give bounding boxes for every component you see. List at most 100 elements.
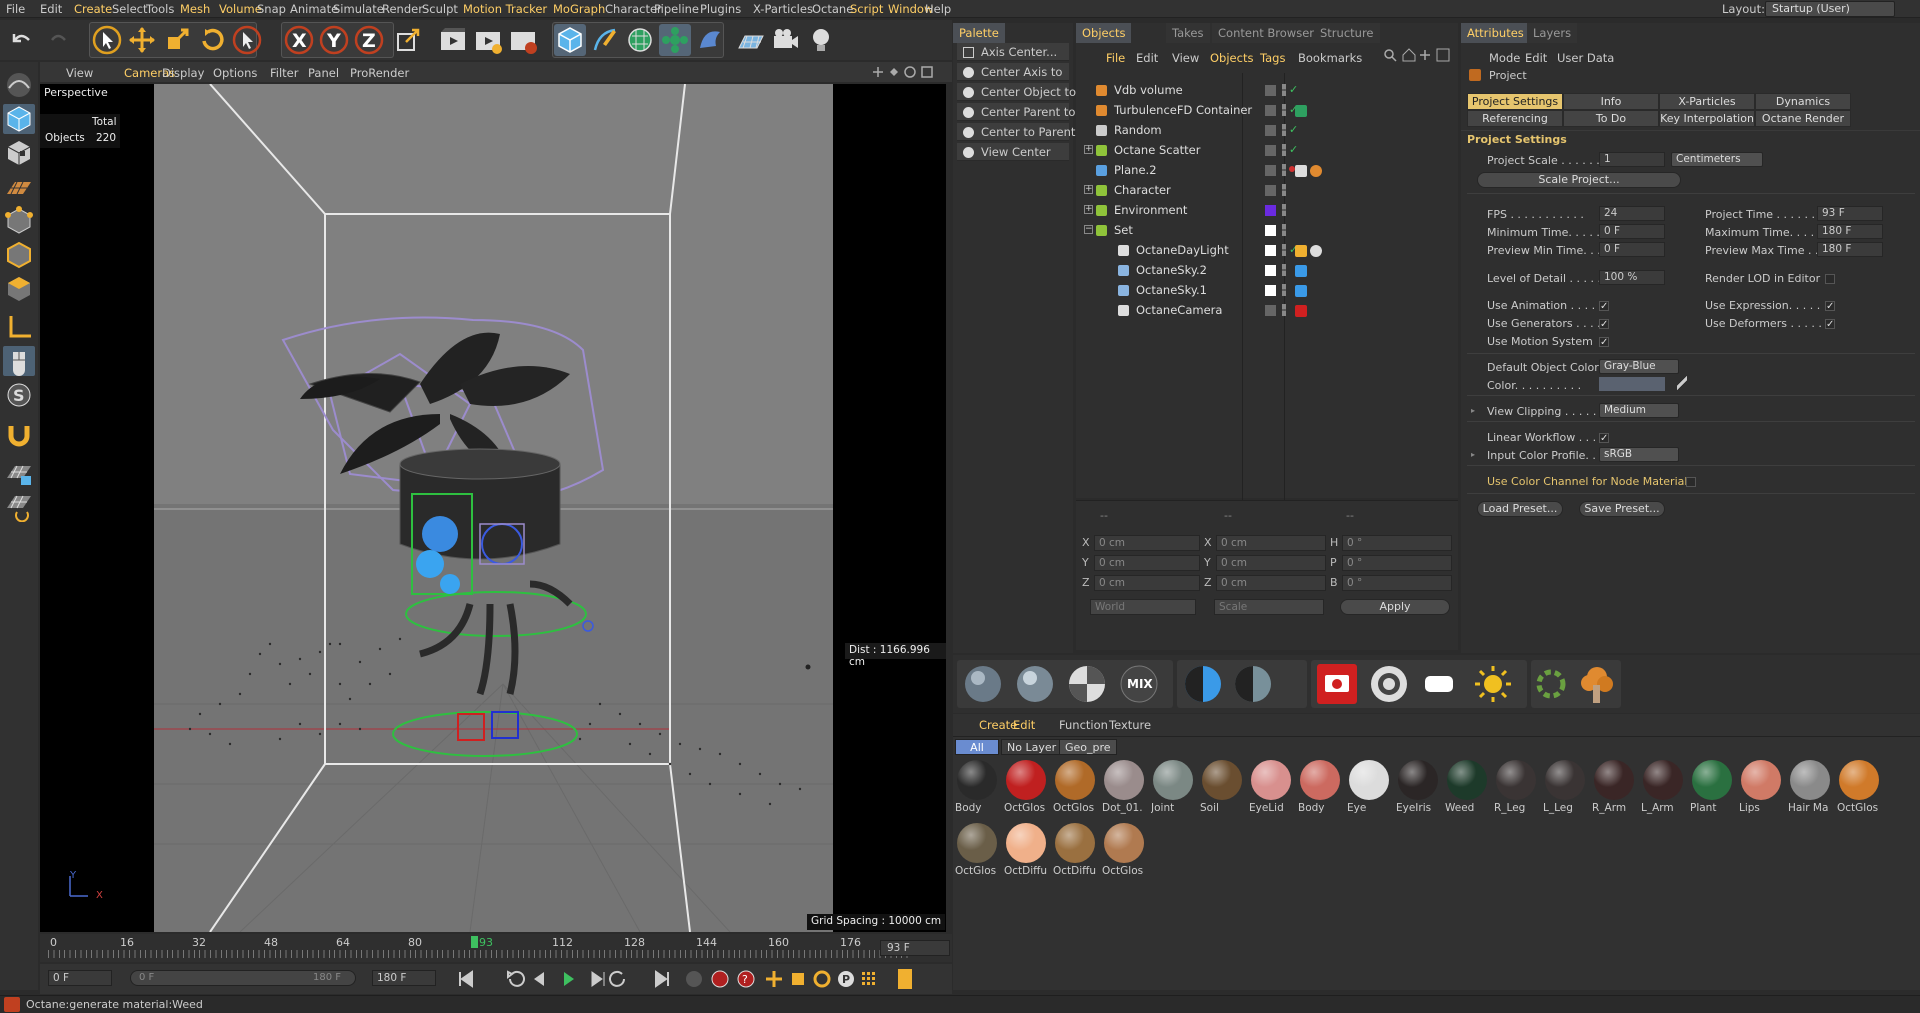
use-animation-checkbox[interactable]: ✓	[1599, 301, 1609, 312]
visibility-dots-icon[interactable]	[1282, 244, 1286, 256]
viewport-menu-display[interactable]: Display	[162, 66, 204, 80]
tab-content-browser[interactable]: Content Browser	[1212, 23, 1320, 43]
palette-item-5[interactable]: View Center	[957, 143, 1069, 161]
object-row[interactable]: OctaneDayLight ✓	[1092, 240, 1456, 260]
object-tag-icon[interactable]	[1310, 165, 1322, 177]
menu-create[interactable]: Create	[74, 2, 112, 16]
layer-color-icon[interactable]	[1265, 225, 1276, 236]
coord-scale-field[interactable]: 0 cm	[1216, 575, 1326, 591]
subtab-project-settings[interactable]: Project Settings	[1467, 93, 1563, 110]
subtab-x-particles[interactable]: X-Particles	[1659, 93, 1755, 110]
prev-max-field[interactable]: 180 F	[1817, 242, 1883, 257]
filter-all[interactable]: All	[955, 739, 999, 755]
linear-workflow-checkbox[interactable]: ✓	[1599, 433, 1609, 444]
start-frame-field[interactable]: 0 F	[48, 970, 112, 986]
object-row[interactable]: − Set	[1084, 220, 1456, 240]
select-tool-icon[interactable]	[91, 24, 123, 56]
visibility-dots-icon[interactable]	[1282, 84, 1286, 96]
om-menu-objects[interactable]: Objects	[1210, 51, 1253, 65]
layer-color-icon[interactable]	[1265, 285, 1276, 296]
object-tag-icon[interactable]	[1295, 105, 1307, 117]
menu-snap[interactable]: Snap	[257, 2, 286, 16]
menu-motion-tracker[interactable]: Motion Tracker	[463, 2, 547, 16]
playhead[interactable]	[471, 936, 478, 948]
tweak-mode-icon[interactable]	[3, 346, 35, 376]
menu-volume[interactable]: Volume	[219, 2, 262, 16]
subtab-key-interpolation[interactable]: Key Interpolation	[1659, 110, 1755, 127]
om-search-icons[interactable]	[1381, 47, 1455, 63]
object-row[interactable]: + Octane Scatter ✓	[1084, 140, 1456, 160]
material-tile[interactable]: Lips	[1739, 758, 1785, 820]
visibility-dots-icon[interactable]	[1282, 264, 1286, 276]
filter-no-layer[interactable]: No Layer	[1001, 739, 1063, 755]
palette-item-4[interactable]: Center to Parent	[957, 123, 1075, 141]
visibility-dots-icon[interactable]	[1282, 224, 1286, 236]
subtab-to-do[interactable]: To Do	[1563, 110, 1659, 127]
object-name[interactable]: Plane.2	[1114, 160, 1157, 180]
menu-render[interactable]: Render	[382, 2, 423, 16]
material-tile[interactable]: Body	[955, 758, 1001, 820]
use-deformers-checkbox[interactable]: ✓	[1825, 319, 1835, 330]
render-to-picture-viewer-icon[interactable]	[472, 24, 504, 56]
tab-layers[interactable]: Layers	[1527, 23, 1578, 43]
subtab-dynamics[interactable]: Dynamics	[1755, 93, 1851, 110]
project-scale-unit-select[interactable]: Centimeters	[1671, 152, 1763, 167]
object-name[interactable]: Environment	[1114, 200, 1187, 220]
visibility-dots-icon[interactable]	[1282, 284, 1286, 296]
palette-item-3[interactable]: Center Parent to	[957, 103, 1075, 121]
object-row[interactable]: Plane.2	[1092, 160, 1456, 180]
light-icon[interactable]	[805, 24, 837, 56]
object-name[interactable]: Octane Scatter	[1114, 140, 1200, 160]
menu-edit[interactable]: Edit	[40, 2, 62, 16]
camera-icon[interactable]	[770, 24, 802, 56]
menu-select[interactable]: Select	[112, 2, 147, 16]
object-tag-icon[interactable]	[1295, 285, 1307, 297]
snap-icon[interactable]: S	[3, 380, 35, 410]
material-tile[interactable]: OctDiffu	[1053, 821, 1099, 883]
material-tile[interactable]: Body	[1298, 758, 1344, 820]
eyedropper-icon[interactable]	[1677, 376, 1687, 390]
menu-script[interactable]: Script	[850, 2, 883, 16]
fps-field[interactable]: 24	[1599, 206, 1665, 221]
deformer-icon[interactable]	[694, 24, 726, 56]
load-preset-button[interactable]: Load Preset...	[1477, 501, 1563, 517]
om-menu-bookmarks[interactable]: Bookmarks	[1298, 51, 1362, 65]
workplane-snap-icon[interactable]	[3, 492, 35, 523]
material-tile[interactable]: OctGlos	[1837, 758, 1883, 820]
object-name[interactable]: Set	[1114, 220, 1133, 240]
make-editable-icon[interactable]	[3, 70, 35, 100]
floor-icon[interactable]	[735, 24, 767, 56]
object-row[interactable]: OctaneSky.1	[1092, 280, 1456, 300]
current-frame-field[interactable]: 93 F	[880, 940, 950, 956]
subtab-info[interactable]: Info	[1563, 93, 1659, 110]
menu-animate[interactable]: Animate	[290, 2, 338, 16]
coord-rotation-field[interactable]: 0 °	[1342, 555, 1452, 571]
material-tile[interactable]: OctGlos	[1102, 821, 1148, 883]
use-generators-checkbox[interactable]: ✓	[1599, 319, 1609, 330]
object-tag-icon[interactable]	[1310, 245, 1322, 257]
timeline[interactable]: 93 F 0 16 32 48 64 80 93 112 128 144 160 176	[40, 934, 952, 962]
3d-viewport[interactable]: Perspective Total Objects 220 Dist : 116…	[40, 84, 946, 932]
coordinate-system-icon[interactable]	[392, 24, 424, 56]
coord-scale-field[interactable]: 0 cm	[1216, 555, 1326, 571]
material-tile[interactable]: L_Arm	[1641, 758, 1687, 820]
subtab-octane-render[interactable]: Octane Render	[1755, 110, 1851, 127]
input-profile-select[interactable]: sRGB	[1599, 447, 1679, 462]
object-name[interactable]: TurbulenceFD Container	[1114, 100, 1252, 120]
layout-select[interactable]: Startup (User)	[1765, 1, 1895, 17]
material-menu-edit[interactable]: Edit	[1013, 718, 1035, 732]
object-row[interactable]: + Environment	[1084, 200, 1456, 220]
coord-rotation-field[interactable]: 0 °	[1342, 535, 1452, 551]
object-tag-icon[interactable]	[1295, 165, 1307, 177]
render-lod-checkbox[interactable]	[1825, 274, 1835, 284]
attr-menu-edit[interactable]: Edit	[1525, 51, 1547, 65]
render-view-icon[interactable]	[437, 24, 469, 56]
object-name[interactable]: Character	[1114, 180, 1171, 200]
min-time-field[interactable]: 0 F	[1599, 224, 1665, 239]
object-row[interactable]: Random ✓	[1092, 120, 1456, 140]
om-menu-file[interactable]: File	[1106, 51, 1125, 65]
menu-help[interactable]: Help	[925, 2, 951, 16]
material-tile[interactable]: OctGlos	[1053, 758, 1099, 820]
material-tile[interactable]: Soil	[1200, 758, 1246, 820]
material-tile[interactable]: OctGlos	[955, 821, 1001, 883]
